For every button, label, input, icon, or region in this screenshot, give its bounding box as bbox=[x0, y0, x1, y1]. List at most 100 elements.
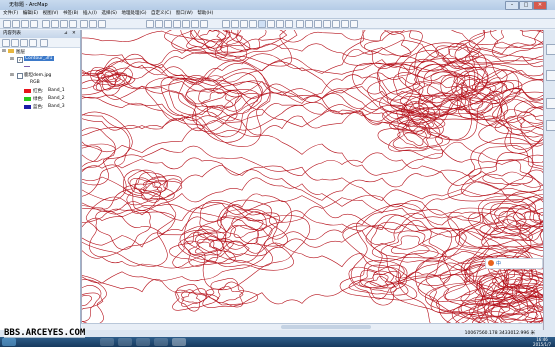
green-band-name: Band_2 bbox=[48, 96, 65, 101]
scroll-thumb[interactable] bbox=[281, 325, 371, 329]
results-tab-icon[interactable] bbox=[546, 98, 555, 109]
contour-layer-label[interactable]: Contour_3f1 bbox=[24, 56, 54, 61]
identify-icon[interactable] bbox=[314, 20, 322, 28]
windows-taskbar: 16:46 2015/1/7 bbox=[0, 337, 555, 347]
contour-line bbox=[184, 202, 311, 291]
menu-help[interactable]: 帮助(H) bbox=[197, 10, 213, 18]
contour-line bbox=[380, 230, 439, 259]
ime-mode-label[interactable]: 中 bbox=[496, 260, 501, 267]
collapse-icon[interactable]: ⊟ bbox=[10, 73, 14, 78]
redo-icon[interactable] bbox=[89, 20, 97, 28]
search-tab-icon[interactable] bbox=[546, 70, 555, 81]
right-dock bbox=[543, 30, 555, 330]
toc-window-icon[interactable] bbox=[155, 20, 163, 28]
copy-icon[interactable] bbox=[51, 20, 59, 28]
options-icon[interactable] bbox=[40, 39, 48, 47]
menu-insert[interactable]: 插入(I) bbox=[83, 10, 97, 18]
contour-line bbox=[482, 159, 534, 185]
blue-band-swatch bbox=[24, 105, 31, 109]
raster-layer-checkbox[interactable] bbox=[17, 73, 23, 79]
contour-line bbox=[82, 111, 133, 201]
taskbar-app-icon[interactable] bbox=[154, 338, 168, 346]
select-elements-icon[interactable] bbox=[305, 20, 313, 28]
select-features-icon[interactable] bbox=[296, 20, 304, 28]
taskbar-arcmap-icon[interactable] bbox=[172, 338, 186, 346]
arctoolbox-tab-icon[interactable] bbox=[546, 120, 555, 131]
go-to-xy-icon[interactable] bbox=[350, 20, 358, 28]
window-title: 无标题 - ArcMap bbox=[9, 2, 48, 8]
contour-line bbox=[82, 181, 543, 248]
delete-icon[interactable] bbox=[69, 20, 77, 28]
ime-logo-icon bbox=[488, 260, 494, 266]
paste-icon[interactable] bbox=[60, 20, 68, 28]
menu-view[interactable]: 视图(V) bbox=[43, 10, 59, 18]
zoom-out-icon[interactable] bbox=[231, 20, 239, 28]
arctoolbox-icon[interactable] bbox=[182, 20, 190, 28]
list-by-selection-icon[interactable] bbox=[29, 39, 37, 47]
save-icon[interactable] bbox=[21, 20, 29, 28]
contour-line bbox=[82, 74, 543, 130]
map-display[interactable] bbox=[81, 30, 543, 323]
taskbar-app-icon[interactable] bbox=[100, 338, 114, 346]
back-icon[interactable] bbox=[276, 20, 284, 28]
contour-line bbox=[160, 68, 271, 143]
menu-geoprocessing[interactable]: 地理处理(G) bbox=[121, 10, 146, 18]
contour-layer-checkbox[interactable]: ✓ bbox=[17, 57, 23, 63]
table-of-contents: 内容列表 ⊿ ✕ ⊟ 图层 ⊟ ✓ Contour_3f1 ⊟ 鹿坦dem.jp… bbox=[0, 30, 81, 330]
menu-bookmarks[interactable]: 书签(B) bbox=[63, 10, 79, 18]
list-by-source-icon[interactable] bbox=[11, 39, 19, 47]
taskbar-app-icon[interactable] bbox=[136, 338, 150, 346]
collapse-icon[interactable]: ⊟ bbox=[10, 57, 14, 62]
open-icon[interactable] bbox=[12, 20, 20, 28]
menu-selection[interactable]: 选择(S) bbox=[101, 10, 116, 18]
contour-line bbox=[82, 240, 543, 269]
contour-line bbox=[82, 285, 104, 322]
print-icon[interactable] bbox=[30, 20, 38, 28]
add-data-icon[interactable] bbox=[98, 20, 106, 28]
list-by-drawing-order-icon[interactable] bbox=[2, 39, 10, 47]
modelbuilder-icon[interactable] bbox=[200, 20, 208, 28]
list-by-visibility-icon[interactable] bbox=[20, 39, 28, 47]
horizontal-scrollbar[interactable] bbox=[81, 323, 542, 330]
menu-customize[interactable]: 自定义(C) bbox=[151, 10, 171, 18]
cut-icon[interactable] bbox=[42, 20, 50, 28]
maximize-button[interactable]: □ bbox=[519, 1, 533, 10]
menu-edit[interactable]: 编辑(E) bbox=[23, 10, 38, 18]
menu-windows[interactable]: 窗口(W) bbox=[176, 10, 193, 18]
contour-line bbox=[82, 127, 131, 197]
ime-toolbar[interactable]: 中 bbox=[485, 258, 543, 269]
taskbar-app-icon[interactable] bbox=[118, 338, 132, 346]
contour-line bbox=[82, 69, 543, 124]
raster-layer-label[interactable]: 鹿坦dem.jpg bbox=[24, 72, 51, 78]
hyperlink-icon[interactable] bbox=[323, 20, 331, 28]
search-icon[interactable] bbox=[173, 20, 181, 28]
zoom-in-icon[interactable] bbox=[222, 20, 230, 28]
editor-toolbar-icon[interactable] bbox=[146, 20, 154, 28]
contour-line-symbol[interactable] bbox=[24, 66, 30, 67]
new-icon[interactable] bbox=[3, 20, 11, 28]
close-icon[interactable]: ✕ bbox=[72, 30, 76, 38]
minimize-button[interactable]: – bbox=[505, 1, 519, 10]
measure-icon[interactable] bbox=[332, 20, 340, 28]
menu-file[interactable]: 文件(F) bbox=[3, 10, 18, 18]
contour-line bbox=[82, 193, 543, 231]
close-button[interactable]: ✕ bbox=[533, 1, 547, 10]
watermark-text: BBS.ARCEYES.COM bbox=[4, 328, 86, 338]
start-button[interactable] bbox=[2, 338, 16, 346]
full-extent-icon[interactable] bbox=[249, 20, 257, 28]
pan-icon[interactable] bbox=[240, 20, 248, 28]
forward-icon[interactable] bbox=[285, 20, 293, 28]
layers-group-label[interactable]: 图层 bbox=[16, 49, 25, 55]
fixed-zoom-in-icon[interactable] bbox=[258, 20, 266, 28]
fixed-zoom-out-icon[interactable] bbox=[267, 20, 275, 28]
collapse-icon[interactable]: ⊟ bbox=[2, 49, 6, 54]
rgb-label: RGB bbox=[30, 80, 40, 85]
find-icon[interactable] bbox=[341, 20, 349, 28]
contour-line bbox=[180, 30, 239, 59]
python-icon[interactable] bbox=[191, 20, 199, 28]
pin-icon[interactable]: ⊿ bbox=[64, 30, 68, 38]
catalog-tab-icon[interactable] bbox=[546, 44, 555, 55]
catalog-icon[interactable] bbox=[164, 20, 172, 28]
contour-line bbox=[520, 114, 543, 128]
undo-icon[interactable] bbox=[80, 20, 88, 28]
